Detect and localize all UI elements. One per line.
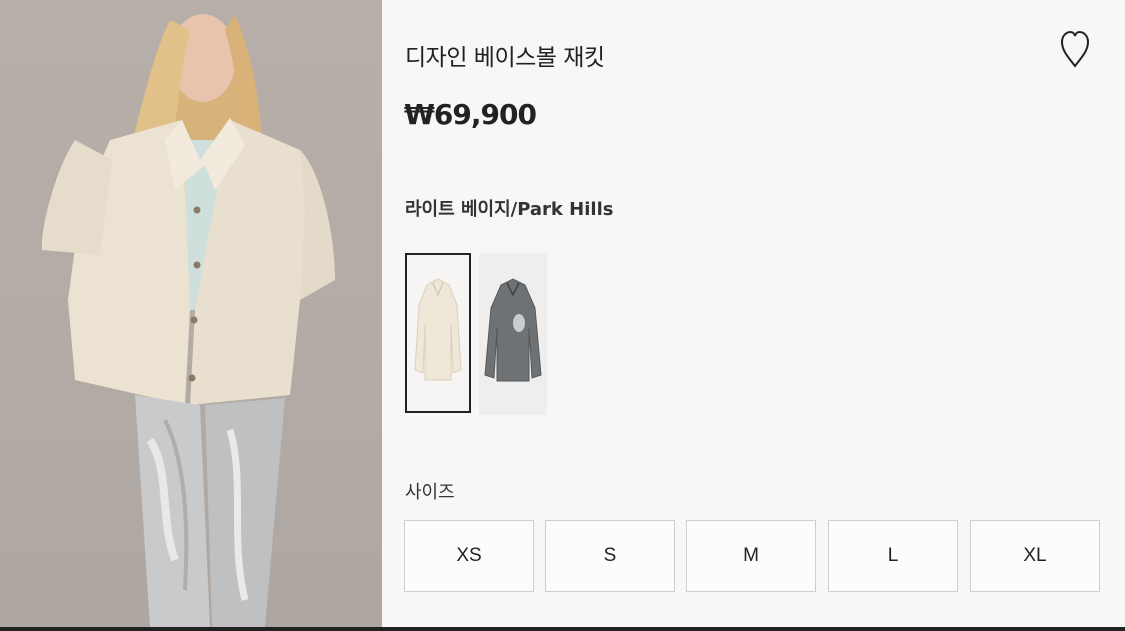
bottom-edge-bar — [0, 627, 1125, 631]
size-button-l[interactable]: L — [828, 520, 958, 592]
model-illustration — [41, 14, 335, 627]
size-button-xs[interactable]: XS — [404, 520, 534, 592]
size-button-s[interactable]: S — [545, 520, 675, 592]
swatch-thumbnail-gray-jacket — [484, 278, 542, 382]
product-info-panel: 디자인 베이스볼 재킷 ₩69,900 라이트 베이지/Park Hills 사… — [382, 0, 1125, 627]
size-label: 사이즈 — [405, 482, 455, 503]
product-price: ₩69,900 — [404, 98, 537, 131]
heart-outline-icon — [1060, 30, 1090, 68]
size-button-xl[interactable]: XL — [970, 520, 1100, 592]
color-swatch-dark-gray[interactable] — [479, 253, 547, 415]
swatch-thumbnail-beige-jacket — [414, 278, 462, 381]
product-model-photo — [0, 0, 382, 627]
color-swatch-light-beige[interactable] — [405, 253, 471, 413]
selected-color-label: 라이트 베이지/Park Hills — [405, 199, 614, 220]
product-title: 디자인 베이스볼 재킷 — [405, 45, 605, 71]
wishlist-button[interactable] — [1055, 28, 1095, 72]
size-button-m[interactable]: M — [686, 520, 816, 592]
